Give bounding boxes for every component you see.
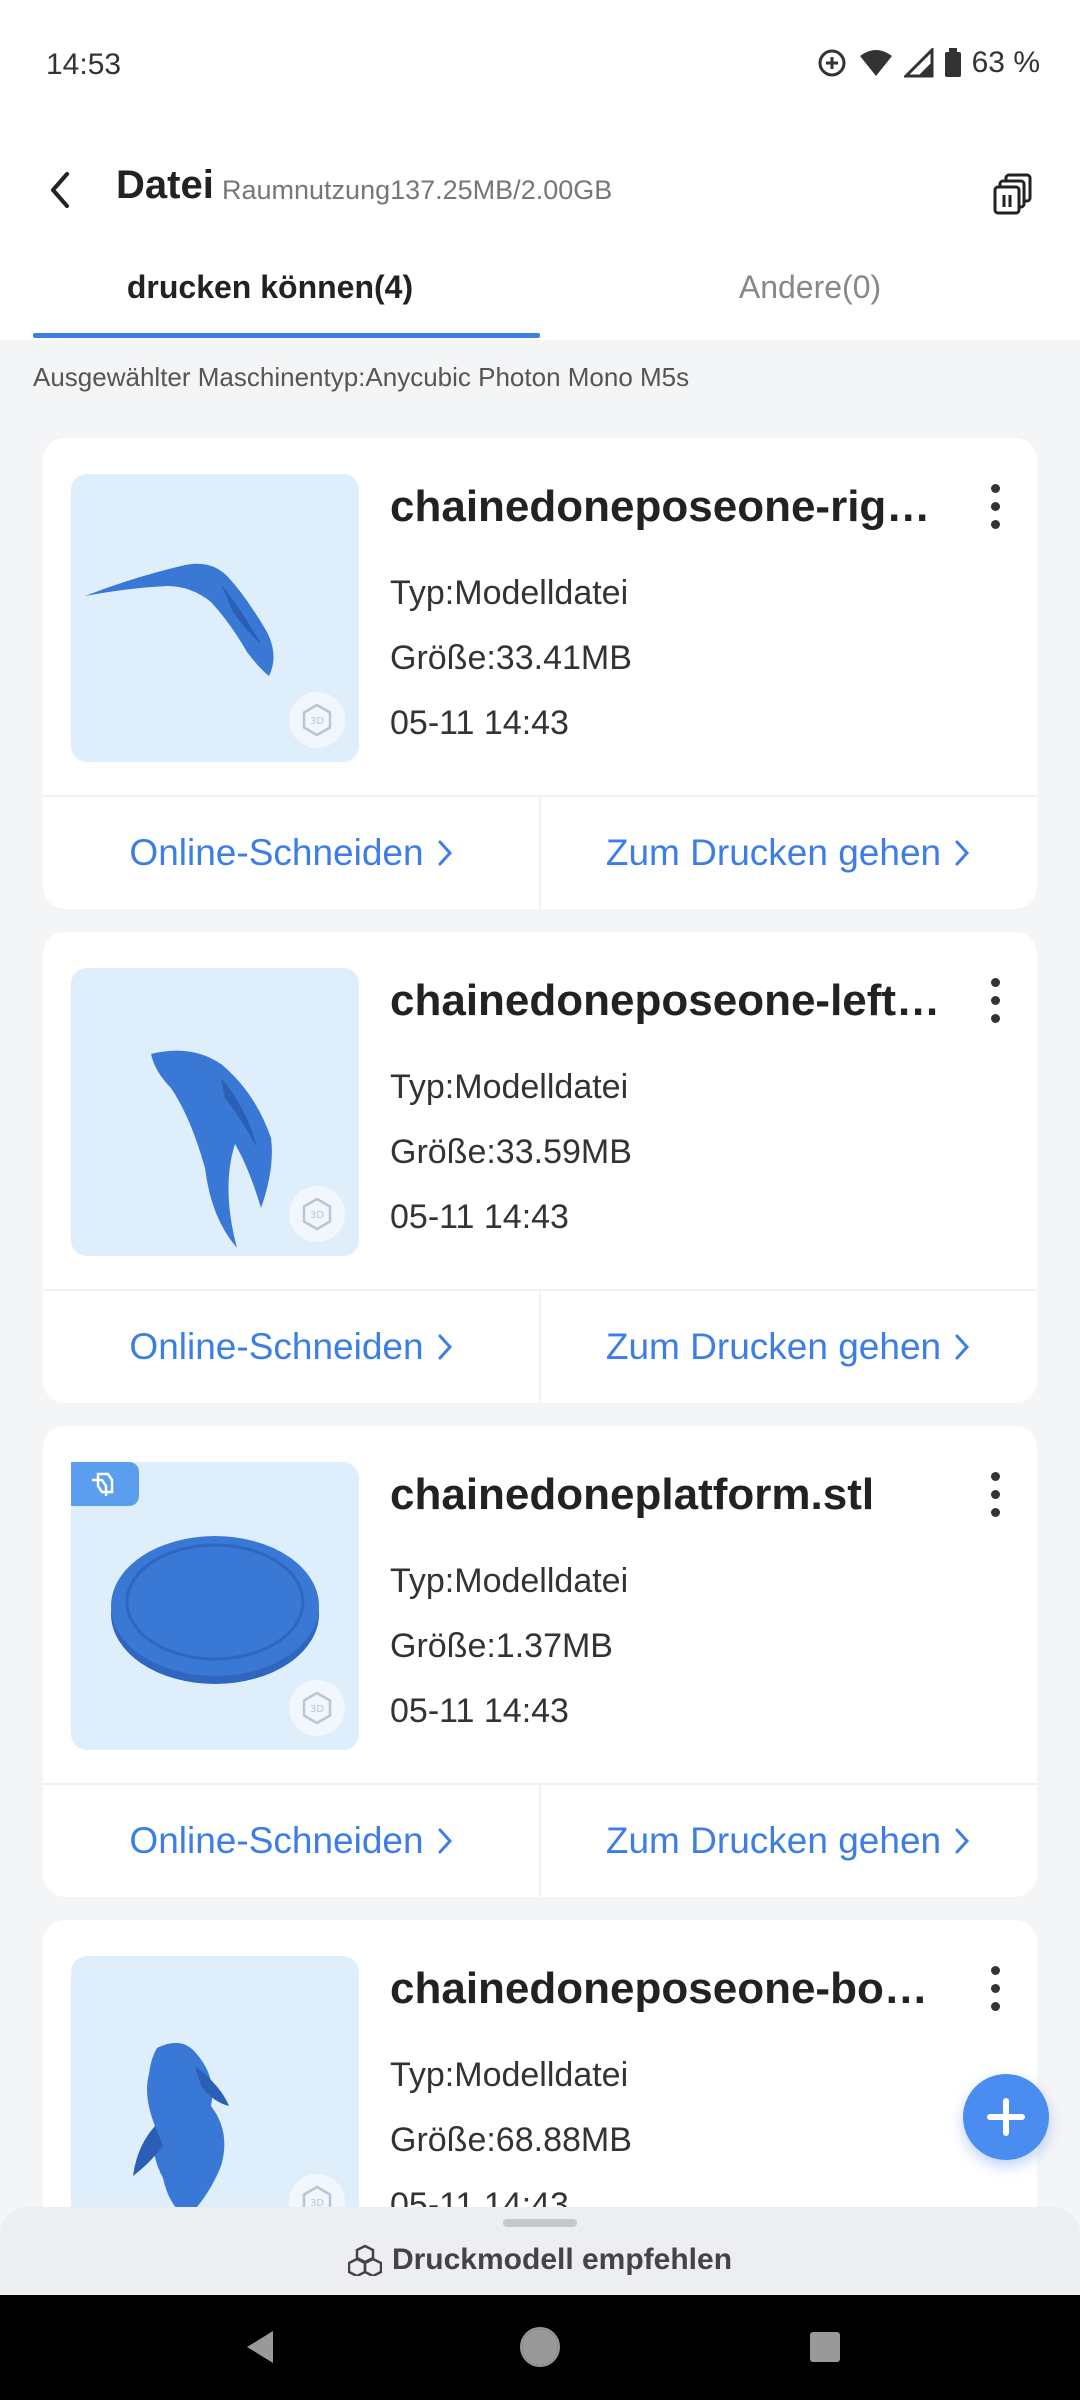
sheet-label: Druckmodell empfehlen	[391, 2243, 733, 2276]
more-options-button[interactable]	[975, 972, 1015, 1028]
online-slice-label: Online-Schneiden	[129, 832, 424, 873]
nav-home-button[interactable]	[510, 2317, 570, 2377]
3d-badge-icon: 3D	[289, 1186, 345, 1242]
recommend-sheet[interactable]: Druckmodell empfehlen	[0, 2207, 1080, 2295]
plus-icon	[987, 2098, 1025, 2136]
file-card: 3D chainedoneplatform.stl Typ:Modelldate…	[43, 1426, 1037, 1897]
tab-printable[interactable]: drucken können(4)	[0, 235, 540, 340]
go-print-button[interactable]: Zum Drucken gehen	[540, 797, 1037, 909]
3d-badge-icon: 3D	[289, 692, 345, 748]
online-slice-button[interactable]: Online-Schneiden	[43, 1291, 540, 1403]
online-slice-button[interactable]: Online-Schneiden	[43, 1785, 540, 1897]
file-date: 05-11 14:43	[390, 1198, 569, 1236]
battery-percent: 63 %	[971, 46, 1040, 79]
tab-indicator	[33, 333, 540, 338]
signal-icon	[903, 48, 934, 78]
file-date: 05-11 14:43	[390, 2186, 569, 2207]
model-thumbnail: 3D	[71, 1956, 359, 2207]
svg-text:3D: 3D	[310, 1210, 324, 1221]
data-saver-icon	[818, 49, 846, 77]
cubes-icon	[347, 2244, 382, 2276]
more-options-button[interactable]	[975, 478, 1015, 534]
chevron-right-icon	[438, 840, 452, 866]
more-options-button[interactable]	[975, 1960, 1015, 2016]
file-size: Größe:33.41MB	[390, 639, 632, 677]
triangle-back-icon	[247, 2331, 273, 2363]
header: Datei Raumnutzung137.25MB/2.00GB drucken…	[0, 135, 1080, 340]
online-slice-button[interactable]: Online-Schneiden	[43, 797, 540, 909]
back-button[interactable]	[30, 160, 90, 220]
file-type: Typ:Modelldatei	[390, 574, 629, 612]
file-card-body[interactable]: 3D chainedoneplatform.stl Typ:Modelldate…	[43, 1426, 1037, 1783]
chevron-right-icon	[955, 840, 970, 866]
file-date: 05-11 14:43	[390, 704, 569, 742]
chevron-right-icon	[955, 1334, 970, 1360]
file-card: 3D chainedoneposeone-right… Typ:Modellda…	[43, 438, 1037, 909]
square-recents-icon	[810, 2332, 840, 2362]
file-name: chainedoneposeone-leftw…	[390, 976, 950, 1025]
file-type: Typ:Modelldatei	[390, 1068, 629, 1106]
go-print-label: Zum Drucken gehen	[605, 1820, 942, 1861]
chevron-right-icon	[438, 1828, 452, 1854]
status-icons: 63 %	[816, 46, 1040, 80]
stacked-pages-icon	[993, 173, 1032, 215]
file-card-body[interactable]: 3D chainedoneposeone-body.… Typ:Modellda…	[43, 1920, 1037, 2207]
svg-text:3D: 3D	[310, 2198, 324, 2207]
file-name: chainedoneposeone-right…	[390, 482, 950, 531]
model-thumbnail: 3D	[71, 968, 359, 1256]
go-print-button[interactable]: Zum Drucken gehen	[540, 1785, 1037, 1897]
file-card-actions: Online-Schneiden Zum Drucken gehen	[43, 1785, 1037, 1897]
model-thumbnail: 3D	[71, 474, 359, 762]
sheet-handle[interactable]	[503, 2219, 577, 2227]
chevron-left-icon	[51, 172, 69, 208]
sheet-label-row: Druckmodell empfehlen	[0, 2235, 1080, 2285]
add-file-button[interactable]	[963, 2074, 1049, 2160]
nav-back-button[interactable]	[230, 2317, 290, 2377]
file-name: chainedoneplatform.stl	[390, 1470, 875, 1519]
model-preview	[133, 2042, 229, 2207]
multi-select-button[interactable]	[984, 163, 1044, 223]
nav-recents-button[interactable]	[795, 2317, 855, 2377]
chevron-right-icon	[955, 1828, 970, 1854]
online-slice-label: Online-Schneiden	[129, 1820, 424, 1861]
status-bar: 14:53 63 %	[0, 0, 1080, 135]
svg-text:3D: 3D	[310, 716, 324, 727]
file-card: 3D chainedoneposeone-body.… Typ:Modellda…	[43, 1920, 1037, 2207]
go-print-label: Zum Drucken gehen	[605, 832, 942, 873]
multi-part-tag-icon	[71, 1462, 139, 1506]
3d-badge-icon: 3D	[289, 1680, 345, 1736]
file-card: 3D chainedoneposeone-leftw… Typ:Modellda…	[43, 932, 1037, 1403]
system-nav-bar	[0, 2295, 1080, 2400]
status-time: 14:53	[46, 48, 122, 81]
file-size: Größe:68.88MB	[390, 2121, 632, 2159]
storage-usage: Raumnutzung137.25MB/2.00GB	[222, 175, 613, 205]
file-date: 05-11 14:43	[390, 1692, 569, 1730]
wifi-icon	[859, 50, 892, 76]
file-size: Größe:33.59MB	[390, 1133, 632, 1171]
file-card-body[interactable]: 3D chainedoneposeone-right… Typ:Modellda…	[43, 438, 1037, 795]
battery-icon	[944, 48, 961, 77]
more-options-button[interactable]	[975, 1466, 1015, 1522]
file-card-body[interactable]: 3D chainedoneposeone-leftw… Typ:Modellda…	[43, 932, 1037, 1289]
circle-home-icon	[520, 2327, 560, 2367]
machine-type-label: Ausgewählter Maschinentyp:Anycubic Photo…	[33, 362, 690, 392]
go-print-button[interactable]: Zum Drucken gehen	[540, 1291, 1037, 1403]
file-name: chainedoneposeone-body.…	[390, 1964, 950, 2013]
page-title: Datei	[116, 163, 214, 207]
chevron-right-icon	[438, 1334, 452, 1360]
file-card-actions: Online-Schneiden Zum Drucken gehen	[43, 797, 1037, 909]
go-print-label: Zum Drucken gehen	[605, 1326, 942, 1367]
file-card-actions: Online-Schneiden Zum Drucken gehen	[43, 1291, 1037, 1403]
file-size: Größe:1.37MB	[390, 1627, 613, 1665]
svg-text:3D: 3D	[310, 1704, 324, 1715]
tab-bar: drucken können(4) Andere(0)	[0, 235, 1080, 340]
tab-other[interactable]: Andere(0)	[540, 235, 1080, 340]
online-slice-label: Online-Schneiden	[129, 1326, 424, 1367]
file-type: Typ:Modelldatei	[390, 2056, 629, 2094]
file-type: Typ:Modelldatei	[390, 1562, 629, 1600]
